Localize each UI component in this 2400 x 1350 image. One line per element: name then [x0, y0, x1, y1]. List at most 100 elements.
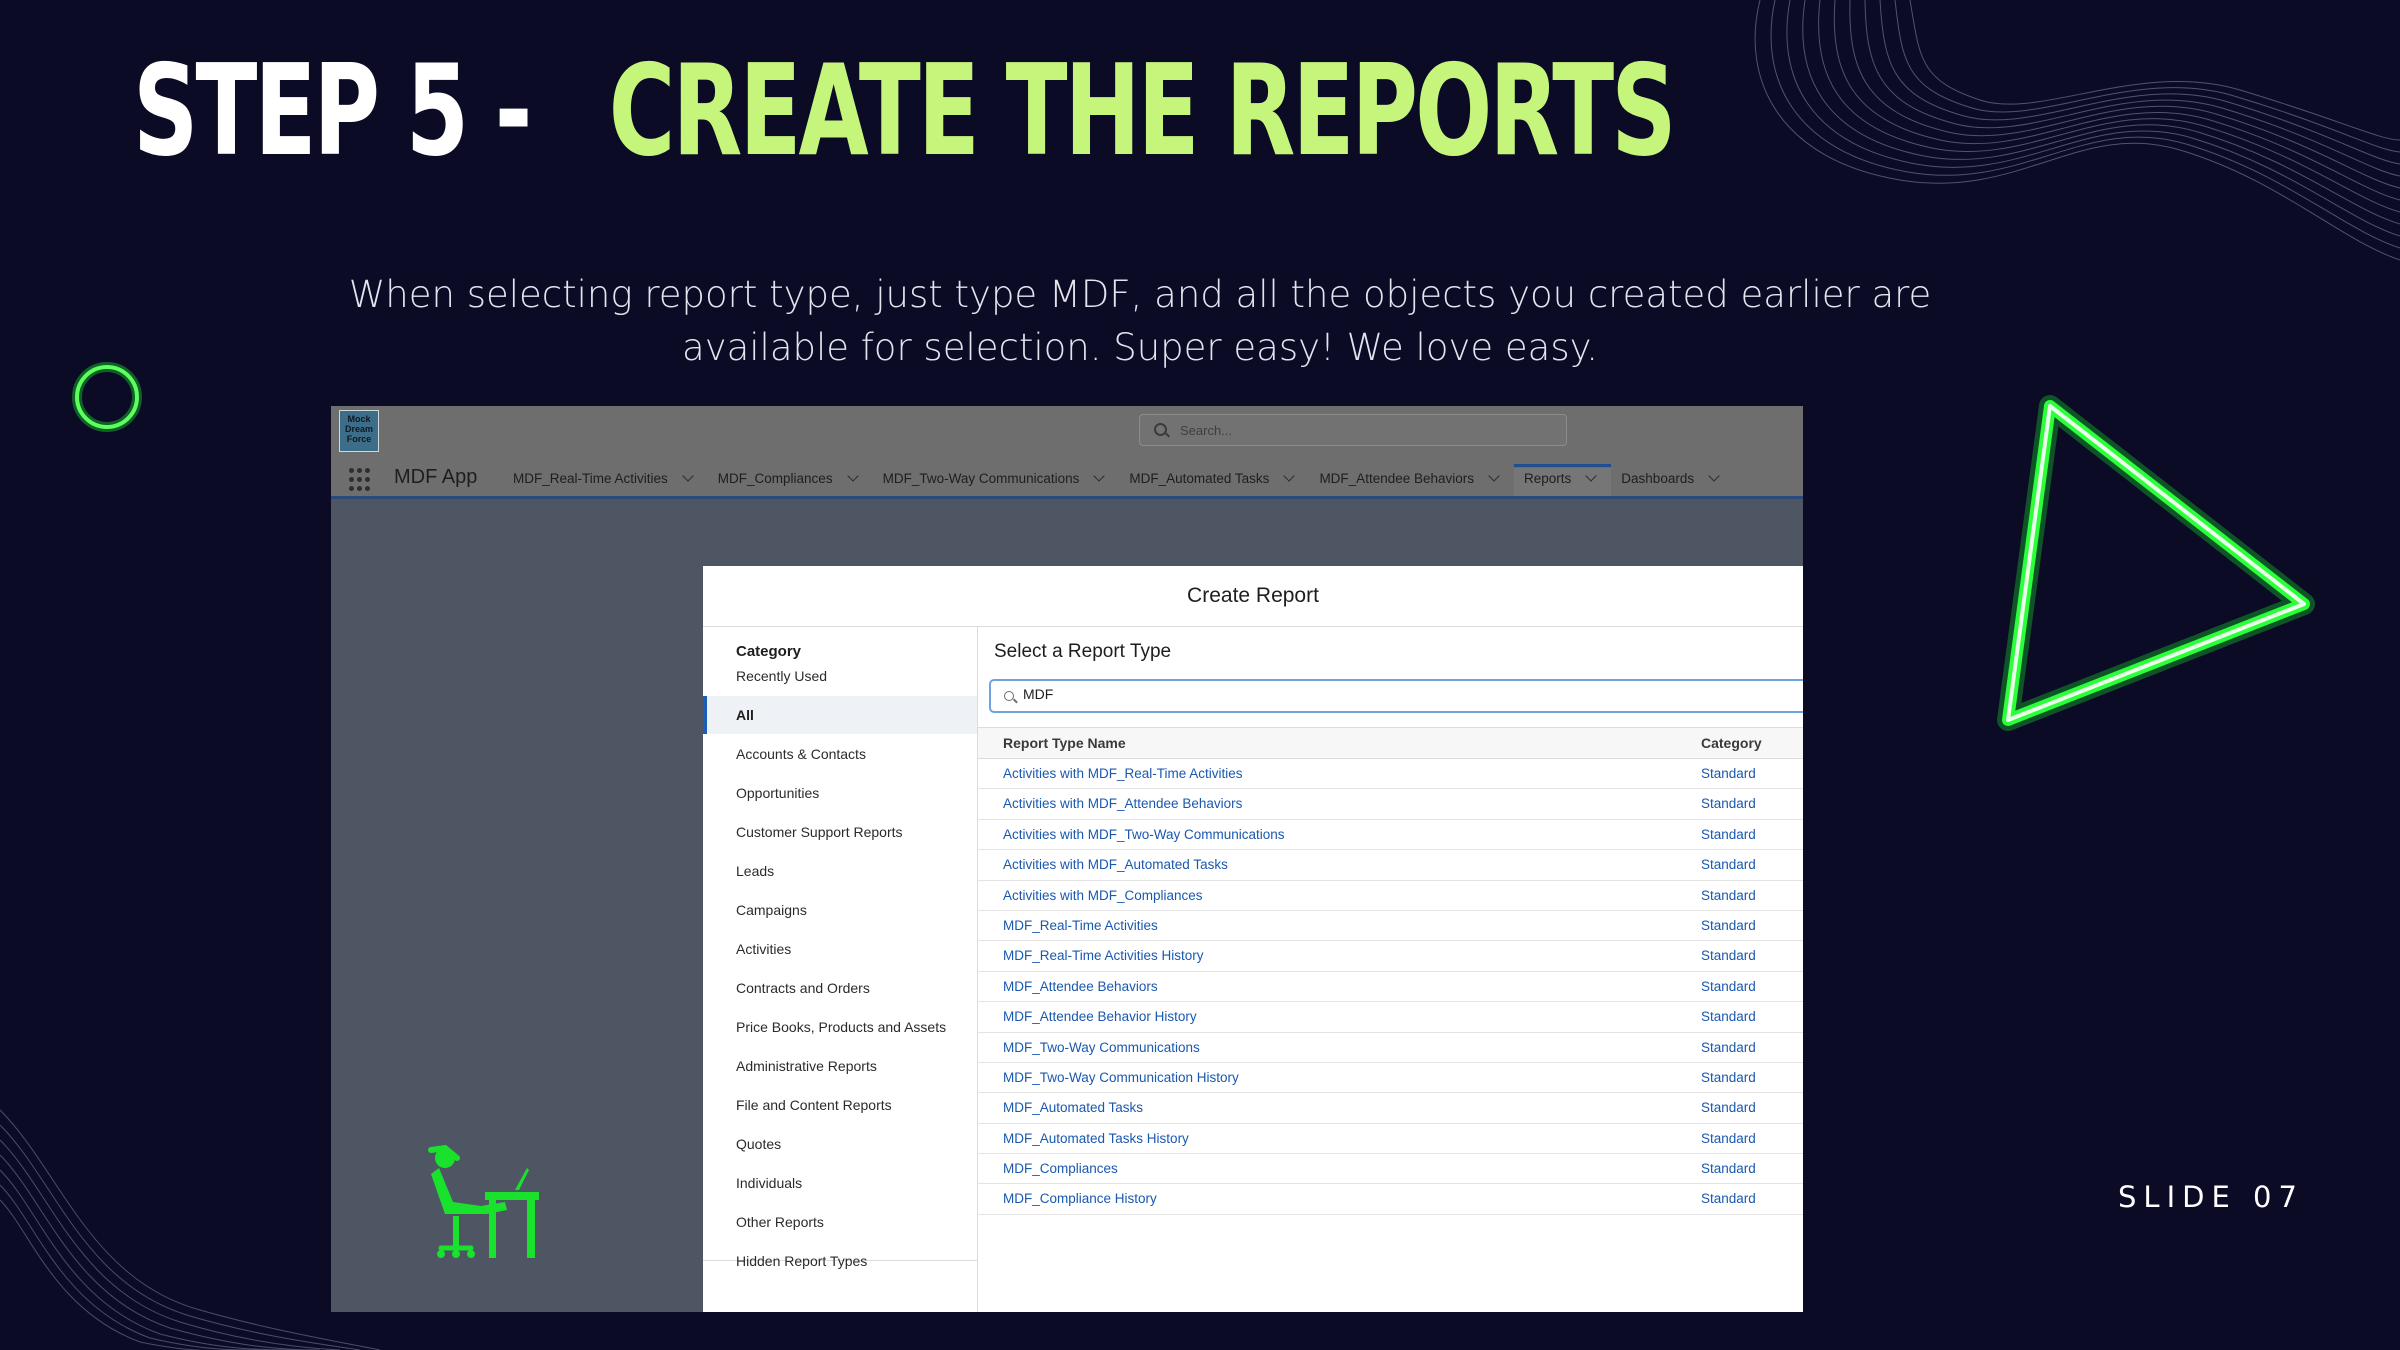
table-row[interactable]: MDF_Attendee Behavior History Standard — [978, 1002, 1803, 1033]
category-administrative-reports[interactable]: Administrative Reports — [703, 1047, 977, 1085]
global-search[interactable]: Search... — [1139, 414, 1567, 446]
nav-tab-automated-tasks[interactable]: MDF_Automated Tasks — [1119, 468, 1309, 498]
nav-tab-real-time-activities[interactable]: MDF_Real-Time Activities — [503, 468, 708, 498]
modal-title: Create Report — [703, 566, 1803, 627]
table-row[interactable]: MDF_Two-Way Communications Standard — [978, 1033, 1803, 1063]
table-row[interactable]: Activities with MDF_Compliances Standard — [978, 881, 1803, 911]
report-type-search — [989, 679, 1803, 713]
category-panel: Category Recently Used All Accounts & Co… — [703, 627, 978, 1312]
report-type-name-link[interactable]: MDF_Automated Tasks History — [1003, 1131, 1189, 1146]
category-other-reports[interactable]: Other Reports — [703, 1203, 977, 1241]
slide-title: STEP 5 - CREATE THE REPORTS — [133, 48, 1677, 174]
column-category[interactable]: Category — [1701, 735, 1762, 751]
report-type-category: Standard — [1701, 1039, 1756, 1055]
report-type-category: Standard — [1701, 948, 1756, 964]
report-type-name-link[interactable]: MDF_Two-Way Communication History — [1003, 1070, 1239, 1085]
category-activities[interactable]: Activities — [703, 930, 977, 968]
report-type-name-link[interactable]: Activities with MDF_Two-Way Communicatio… — [1003, 827, 1285, 842]
chevron-down-icon[interactable] — [846, 470, 859, 482]
app-header: Mock Dream Force Search... MDF App MDF_R… — [331, 406, 1803, 499]
chevron-down-icon[interactable] — [1585, 470, 1597, 482]
table-row[interactable]: MDF_Real-Time Activities Standard — [978, 911, 1803, 942]
table-row[interactable]: Activities with MDF_Automated Tasks Stand… — [978, 850, 1803, 881]
category-leads[interactable]: Leads — [703, 852, 977, 890]
slide-subtitle: When selecting report type, just type MD… — [348, 273, 1932, 369]
report-type-search-input[interactable] — [1023, 686, 1723, 702]
table-row[interactable]: Activities with MDF_Attendee Behaviors St… — [978, 789, 1803, 820]
app-launcher-icon[interactable] — [349, 468, 373, 492]
report-type-category: Standard — [1701, 917, 1756, 933]
category-quotes[interactable]: Quotes — [703, 1125, 977, 1163]
chevron-down-icon[interactable] — [1093, 470, 1106, 482]
category-file-content-reports[interactable]: File and Content Reports — [703, 1086, 977, 1124]
create-report-modal: Create Report Category Recently Used All… — [703, 566, 1803, 1312]
category-opportunities[interactable]: Opportunities — [703, 774, 977, 812]
table-row[interactable]: Activities with MDF_Two-Way Communicatio… — [978, 820, 1803, 851]
report-type-name-link[interactable]: Activities with MDF_Automated Tasks — [1003, 857, 1228, 872]
nav-tab-attendee-behaviors[interactable]: MDF_Attendee Behaviors — [1309, 468, 1514, 498]
table-header: Report Type Name Category — [978, 727, 1803, 759]
category-accounts-contacts[interactable]: Accounts & Contacts — [703, 735, 977, 773]
report-type-category: Standard — [1701, 1161, 1756, 1177]
table-row[interactable]: MDF_Automated Tasks Standard — [978, 1093, 1803, 1124]
nav-tab-two-way-communications[interactable]: MDF_Two-Way Communications — [873, 468, 1120, 498]
category-price-books[interactable]: Price Books, Products and Assets — [703, 1008, 977, 1046]
chevron-down-icon[interactable] — [682, 470, 694, 482]
report-type-name-link[interactable]: MDF_Real-Time Activities History — [1003, 948, 1204, 963]
chevron-down-icon[interactable] — [1283, 470, 1296, 482]
search-icon — [1154, 423, 1167, 436]
category-individuals[interactable]: Individuals — [703, 1164, 977, 1202]
category-contracts-orders[interactable]: Contracts and Orders — [703, 969, 977, 1007]
report-type-name-link[interactable]: Activities with MDF_Compliances — [1003, 888, 1203, 903]
report-type-name-link[interactable]: MDF_Attendee Behavior History — [1003, 1009, 1197, 1024]
chevron-down-icon[interactable] — [1488, 470, 1500, 482]
report-type-category: Standard — [1701, 1069, 1756, 1085]
header-divider — [331, 496, 1803, 499]
nav-tab-label: MDF_Real-Time Activities — [513, 471, 668, 486]
nav-tab-compliances[interactable]: MDF_Compliances — [708, 468, 873, 498]
chevron-down-icon[interactable] — [1708, 470, 1720, 482]
nav-tabs: MDF_Real-Time Activities MDF_Compliances… — [503, 464, 1734, 498]
report-type-name-link[interactable]: MDF_Compliances — [1003, 1161, 1118, 1176]
app-name: MDF App — [394, 466, 478, 488]
table-row[interactable]: Activities with MDF_Real-Time Activities… — [978, 759, 1803, 790]
neon-circle — [72, 362, 142, 432]
nav-tab-dashboards[interactable]: Dashboards — [1611, 468, 1734, 498]
report-type-category: Standard — [1701, 1009, 1756, 1025]
report-type-name-link[interactable]: MDF_Automated Tasks — [1003, 1100, 1143, 1115]
category-all[interactable]: All — [703, 696, 977, 734]
report-type-name-link[interactable]: MDF_Two-Way Communications — [1003, 1040, 1200, 1055]
report-type-name-link[interactable]: MDF_Real-Time Activities — [1003, 918, 1158, 933]
report-type-name-link[interactable]: MDF_Compliance History — [1003, 1191, 1157, 1206]
report-type-name-link[interactable]: Activities with MDF_Attendee Behaviors — [1003, 796, 1242, 811]
wave-lines-bottom-left — [0, 1109, 380, 1350]
nav-tab-label: MDF_Compliances — [717, 471, 833, 486]
report-type-table: Report Type Name Category Activities wit… — [978, 727, 1803, 1215]
table-row[interactable]: MDF_Two-Way Communication History Standar… — [978, 1063, 1803, 1094]
report-type-name-link[interactable]: Activities with MDF_Real-Time Activities — [1003, 766, 1243, 781]
category-recently-used[interactable]: Recently Used — [703, 657, 977, 695]
nav-tab-label: Dashboards — [1621, 471, 1695, 486]
table-row[interactable]: MDF_Automated Tasks History Standard — [978, 1124, 1803, 1155]
report-type-category: Standard — [1701, 887, 1756, 903]
report-type-category: Standard — [1701, 826, 1756, 842]
report-type-category: Standard — [1701, 1100, 1756, 1116]
table-row[interactable]: MDF_Real-Time Activities History Standard — [978, 941, 1803, 972]
report-type-category: Standard — [1701, 1191, 1756, 1207]
report-type-category: Standard — [1701, 978, 1756, 994]
table-row[interactable]: MDF_Attendee Behaviors Standard — [978, 972, 1803, 1003]
table-row[interactable]: MDF_Compliances Standard — [978, 1154, 1803, 1185]
category-campaigns[interactable]: Campaigns — [703, 891, 977, 929]
wave-lines-top-right — [1754, 0, 2400, 261]
search-icon — [1004, 691, 1014, 701]
title-step: STEP 5 - — [133, 37, 532, 184]
table-row[interactable]: MDF_Compliance History Standard — [978, 1184, 1803, 1215]
report-type-panel: Select a Report Type Report Type Name Ca… — [978, 627, 1803, 1312]
nav-tab-reports[interactable]: Reports — [1514, 464, 1612, 498]
report-type-name-link[interactable]: MDF_Attendee Behaviors — [1003, 979, 1158, 994]
relaxing-person-at-desk-icon — [428, 1144, 539, 1258]
category-hidden-report-types[interactable]: Hidden Report Types — [703, 1242, 977, 1280]
report-type-category: Standard — [1701, 857, 1756, 873]
column-report-type-name[interactable]: Report Type Name — [1003, 735, 1126, 751]
category-customer-support-reports[interactable]: Customer Support Reports — [703, 813, 977, 851]
